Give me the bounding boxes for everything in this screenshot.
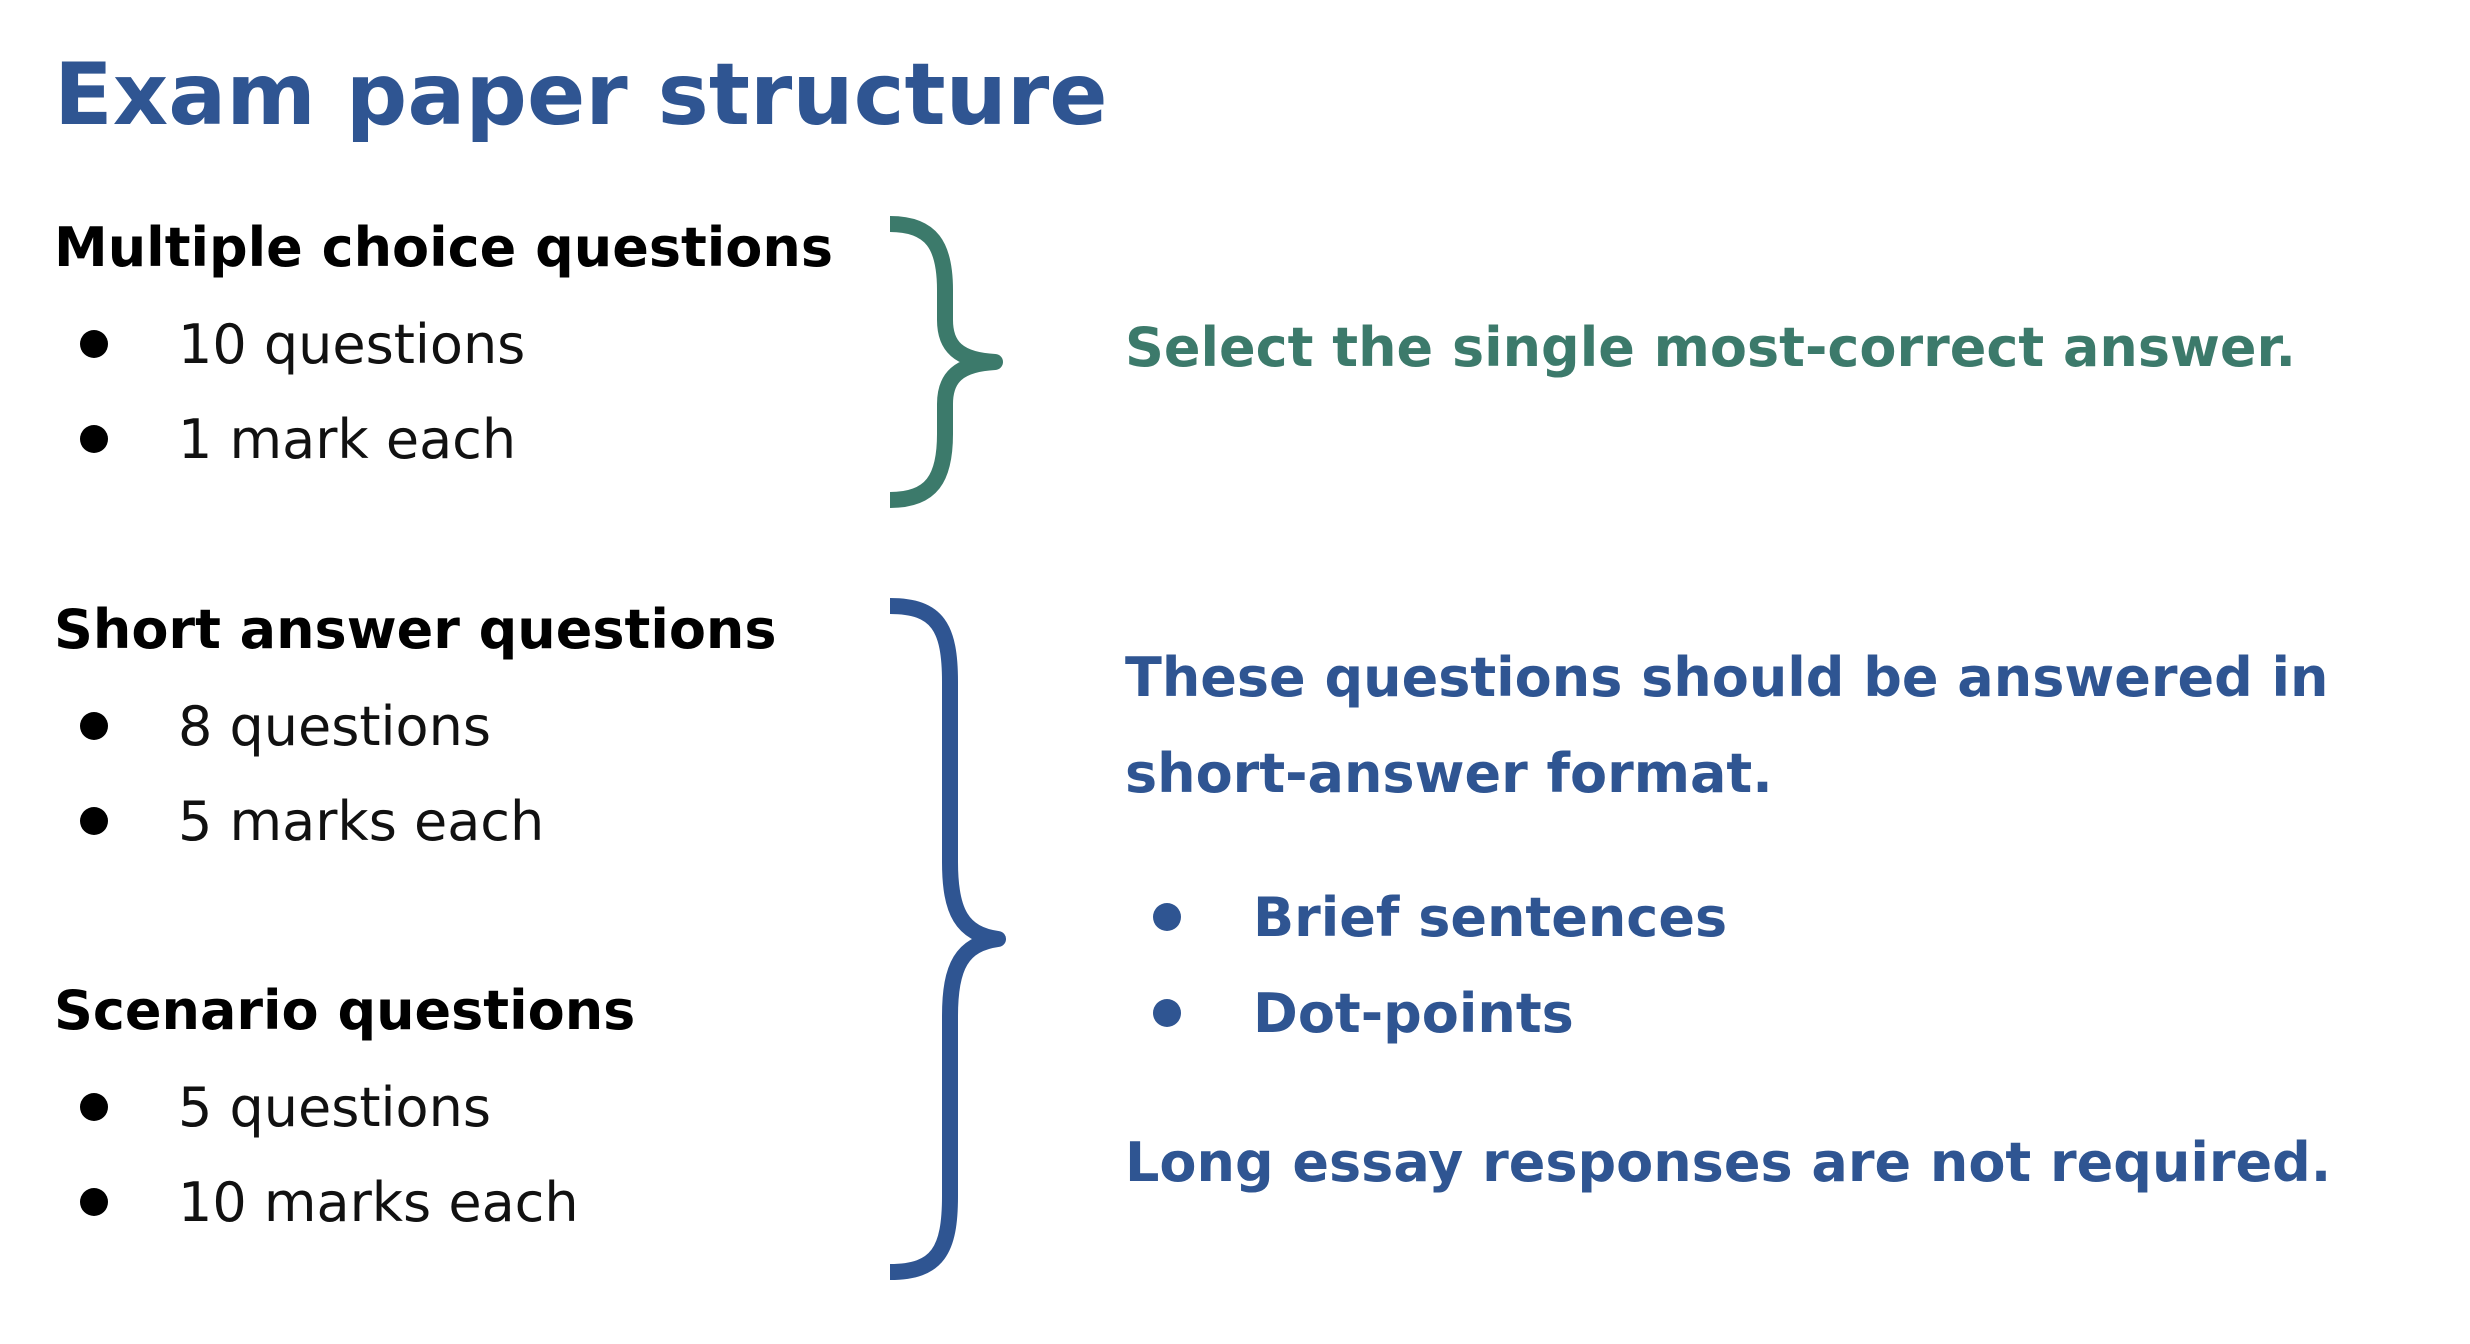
list-item-text: 10 questions <box>178 313 526 376</box>
note-written-line2: short-answer format. <box>1125 742 1773 805</box>
list-item-text: Dot-points <box>1253 982 1574 1045</box>
right-curly-brace-icon <box>889 216 1003 508</box>
note-written-closing: Long essay responses are not required. <box>1125 1131 2332 1194</box>
bullet-icon <box>80 712 108 741</box>
bullet-icon <box>80 330 108 359</box>
list-item-text: 5 questions <box>178 1076 491 1139</box>
list-item: 10 marks each <box>80 1168 579 1238</box>
note-written-line1: These questions should be answered in <box>1125 646 2329 709</box>
list-item: 5 marks each <box>80 787 544 857</box>
list-item: Dot-points <box>1153 966 1574 1062</box>
list-item-text: 1 mark each <box>178 408 517 471</box>
list-item-text: 10 marks each <box>178 1171 579 1234</box>
list-item-text: 8 questions <box>178 695 491 758</box>
bullet-icon <box>80 425 108 454</box>
list-item: Brief sentences <box>1153 870 1727 966</box>
bullet-icon <box>1153 999 1181 1028</box>
bullet-icon <box>80 807 108 836</box>
section-heading-short-answer: Short answer questions <box>54 598 777 661</box>
right-curly-brace-icon <box>889 598 1006 1280</box>
list-item: 10 questions <box>80 310 525 380</box>
bullet-icon <box>80 1188 108 1217</box>
section-heading-scenario: Scenario questions <box>54 979 636 1042</box>
section-heading-multiple-choice: Multiple choice questions <box>54 216 833 279</box>
list-item: 1 mark each <box>80 405 516 475</box>
note-multiple-choice: Select the single most-correct answer. <box>1125 316 2296 379</box>
list-item-text: Brief sentences <box>1253 886 1728 949</box>
list-item: 8 questions <box>80 692 491 762</box>
list-item: 5 questions <box>80 1073 491 1143</box>
bullet-icon <box>80 1093 108 1122</box>
page-title: Exam paper structure <box>54 45 1108 145</box>
bullet-icon <box>1153 903 1181 932</box>
list-item-text: 5 marks each <box>178 790 545 853</box>
slide-page: Exam paper structure Multiple choice que… <box>0 0 2470 1344</box>
